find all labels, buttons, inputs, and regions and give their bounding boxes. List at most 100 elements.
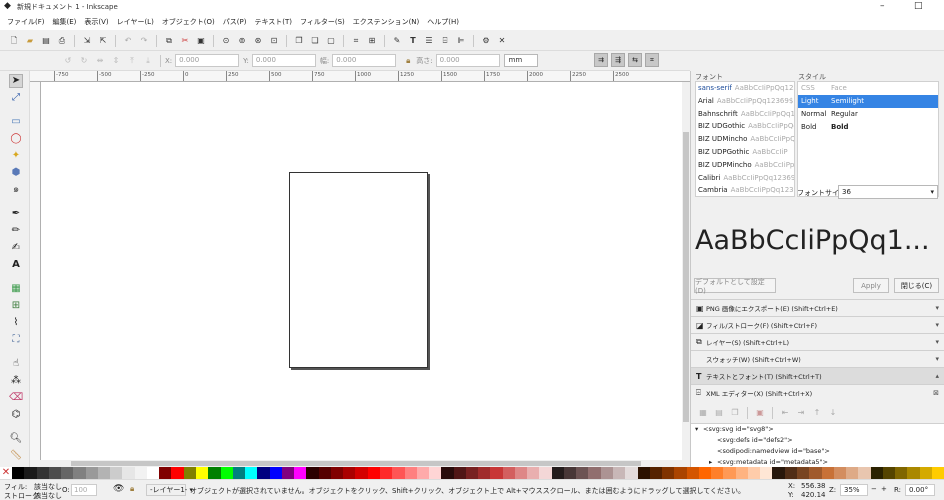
- menu-edit[interactable]: 編集(E): [53, 17, 77, 27]
- close-button[interactable]: 閉じる(C): [894, 278, 939, 293]
- font-list-item[interactable]: Calibri AaBbCcIiPpQq12369$: [696, 172, 794, 185]
- snap-gradients-icon[interactable]: ⇆: [628, 53, 642, 67]
- save-icon[interactable]: ▤: [40, 35, 52, 47]
- snap-patterns-icon[interactable]: ⌗: [645, 53, 659, 67]
- document-page[interactable]: [289, 172, 428, 368]
- clone-icon[interactable]: ❏: [309, 35, 321, 47]
- color-swatch[interactable]: [637, 467, 650, 479]
- font-list-item[interactable]: Arial AaBbCcIiPpQq12369$: [696, 95, 794, 108]
- color-swatch[interactable]: [490, 467, 503, 479]
- selector-tool-icon[interactable]: ➤: [9, 74, 23, 88]
- snap-scale-stroke-icon[interactable]: ⇉: [594, 53, 608, 67]
- paste-icon[interactable]: ▣: [195, 35, 207, 47]
- minimize-button[interactable]: –: [880, 1, 885, 11]
- zoom-minus-button[interactable]: −: [871, 485, 877, 493]
- measure-tool-icon[interactable]: 📏︎: [9, 449, 23, 463]
- color-swatch[interactable]: [747, 467, 761, 479]
- color-swatch[interactable]: [24, 467, 37, 479]
- paint-bucket-tool-icon[interactable]: ⛶: [9, 333, 23, 347]
- flip-h-icon[interactable]: ⇹: [94, 55, 106, 67]
- opacity-input[interactable]: 100: [71, 484, 97, 496]
- visibility-eye-icon[interactable]: 👁︎: [113, 484, 124, 494]
- lower-icon[interactable]: ⤓: [142, 55, 154, 67]
- dock-xml-editor[interactable]: ⌹ XML エディター(X) (Shift+Ctrl+X) ⊠: [691, 384, 944, 401]
- color-swatch[interactable]: [269, 467, 282, 479]
- color-swatch[interactable]: [48, 467, 62, 479]
- color-swatch[interactable]: [159, 467, 172, 479]
- chevron-down-icon[interactable]: ▾: [935, 304, 939, 312]
- color-swatch[interactable]: [576, 467, 589, 479]
- color-swatch[interactable]: [649, 467, 663, 479]
- color-swatch[interactable]: [36, 467, 49, 479]
- font-list-item[interactable]: BahnschriftAaBbCcIiPpQq12369$: [696, 108, 794, 121]
- undo-icon[interactable]: ↶: [122, 35, 134, 47]
- snap-scale-corners-icon[interactable]: ⇶: [611, 53, 625, 67]
- menu-extensions[interactable]: エクステンション(N): [353, 17, 420, 27]
- chevron-down-icon[interactable]: ▾: [935, 355, 939, 363]
- gradient-tool-icon[interactable]: ▦: [9, 282, 23, 296]
- ungroup-icon[interactable]: ⊞: [366, 35, 378, 47]
- align-icon[interactable]: ⊫: [455, 35, 467, 47]
- preferences-icon[interactable]: ⚙: [480, 35, 492, 47]
- font-list-item[interactable]: CambriaAaBbCcIiPpQq12369$: [696, 184, 794, 196]
- spray-tool-icon[interactable]: ⁂: [9, 374, 23, 388]
- color-swatch[interactable]: [281, 467, 295, 479]
- ellipse-tool-icon[interactable]: ◯: [9, 132, 23, 146]
- rect-tool-icon[interactable]: ▭: [9, 115, 23, 129]
- rotate-ccw-icon[interactable]: ↺: [62, 55, 74, 67]
- font-list[interactable]: sans-serifAaBbCcIiPpQq12369$ArialAaBbCcI…: [695, 81, 795, 197]
- text-tool-icon[interactable]: A: [9, 258, 23, 272]
- font-list-item[interactable]: BIZ UDMinchoAaBbCcIiPpQq: [696, 133, 794, 146]
- color-swatch[interactable]: [441, 467, 454, 479]
- color-swatch[interactable]: [12, 467, 25, 479]
- color-swatch[interactable]: [122, 467, 135, 479]
- color-swatch[interactable]: [146, 467, 160, 479]
- unindent-icon[interactable]: ⇤: [779, 407, 791, 419]
- color-swatch[interactable]: [392, 467, 405, 479]
- height-input[interactable]: 0.000: [435, 54, 500, 67]
- dock-png-export[interactable]: ▣ PNG 画像にエクスポート(E) (Shift+Ctrl+E) ▾: [691, 299, 944, 316]
- lower-node-icon[interactable]: ↓: [827, 407, 839, 419]
- font-list-item[interactable]: sans-serifAaBbCcIiPpQq12369$: [696, 82, 794, 95]
- pencil-tool-icon[interactable]: ✏: [9, 224, 23, 238]
- color-swatch[interactable]: [662, 467, 675, 479]
- color-swatch[interactable]: [723, 467, 736, 479]
- spiral-tool-icon[interactable]: ๑: [9, 183, 23, 197]
- xml-node[interactable]: <svg:defs id="defs2">: [691, 435, 944, 446]
- y-input[interactable]: 0.000: [251, 54, 316, 67]
- pen-tool-icon[interactable]: ✒: [9, 207, 23, 221]
- vertical-scroll-thumb[interactable]: [683, 132, 689, 422]
- raise-node-icon[interactable]: ↑: [811, 407, 823, 419]
- xml-editor-icon[interactable]: ⌹: [439, 35, 451, 47]
- copy-icon[interactable]: ⧉: [163, 35, 175, 47]
- font-list-item[interactable]: BIZ UDPGothic AaBbCcIiP: [696, 146, 794, 159]
- mesh-tool-icon[interactable]: ⊞: [9, 299, 23, 313]
- style-list-item[interactable]: Light Semilight: [798, 95, 938, 108]
- color-swatch[interactable]: [907, 467, 920, 479]
- dock-fill-stroke[interactable]: ◪ フィル/ストローク(F) (Shift+Ctrl+F) ▾: [691, 316, 944, 333]
- color-swatch[interactable]: [735, 467, 748, 479]
- color-swatch[interactable]: [833, 467, 847, 479]
- style-list-item[interactable]: Normal Regular: [798, 108, 938, 121]
- color-swatch[interactable]: [416, 467, 430, 479]
- layers-icon[interactable]: ☰: [423, 35, 435, 47]
- color-swatch[interactable]: [220, 467, 233, 479]
- color-swatch[interactable]: [257, 467, 270, 479]
- horizontal-scrollbar[interactable]: [41, 460, 682, 467]
- color-swatch[interactable]: [318, 467, 331, 479]
- color-swatch[interactable]: [870, 467, 883, 479]
- color-swatch[interactable]: [931, 467, 944, 479]
- color-swatch[interactable]: [858, 467, 871, 479]
- vertical-scrollbar[interactable]: [682, 82, 690, 460]
- color-swatch[interactable]: [367, 467, 380, 479]
- color-swatch[interactable]: [514, 467, 528, 479]
- expander-icon[interactable]: ▾: [695, 424, 703, 435]
- color-swatch[interactable]: [404, 467, 417, 479]
- color-swatch[interactable]: [85, 467, 98, 479]
- color-swatch[interactable]: [760, 467, 773, 479]
- color-swatch[interactable]: [821, 467, 834, 479]
- chevron-down-icon[interactable]: ▾: [935, 321, 939, 329]
- color-swatch[interactable]: [919, 467, 932, 479]
- menu-file[interactable]: ファイル(F): [7, 17, 45, 27]
- menu-text[interactable]: テキスト(T): [254, 17, 292, 27]
